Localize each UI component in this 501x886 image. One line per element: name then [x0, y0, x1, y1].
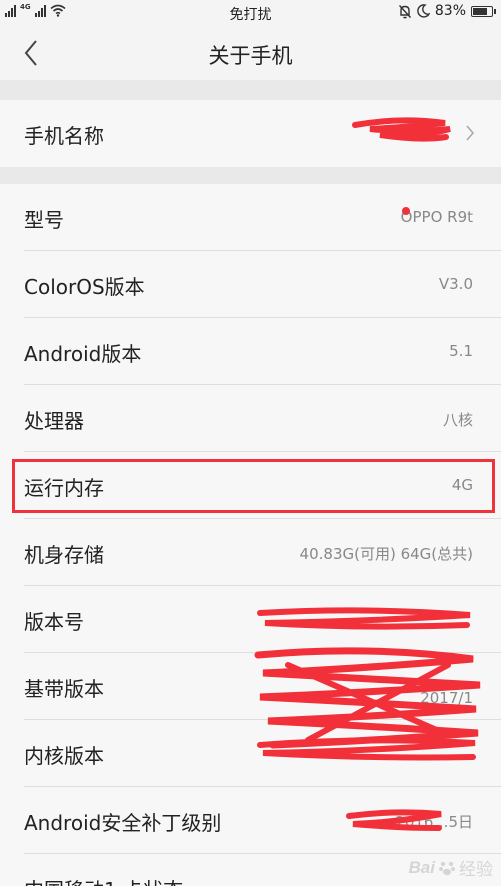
list-item-model: 型号 OPPO R9t: [0, 184, 501, 251]
storage-label: 机身存储: [24, 543, 104, 567]
android-version-value: 5.1: [449, 342, 473, 360]
status-bar: 4G 免打扰 83%: [0, 0, 501, 26]
section-gap: [0, 167, 501, 184]
chevron-right-icon: [466, 125, 475, 141]
redaction-security-patch: [346, 809, 442, 831]
watermark-brand: Bai: [408, 857, 435, 877]
model-label: 型号: [24, 208, 64, 232]
list-item-coloros: ColorOS版本 V3.0: [0, 251, 501, 318]
title-bar: 关于手机: [0, 26, 501, 80]
watermark-suffix: 经验: [459, 860, 493, 880]
list-item-processor: 处理器 八核: [0, 385, 501, 452]
section-gap: [0, 80, 501, 100]
build-number-label: 版本号: [24, 610, 84, 634]
kernel-label: 内核版本: [24, 744, 104, 768]
phone-name-label: 手机名称: [24, 124, 104, 148]
baseband-label: 基带版本: [24, 677, 104, 701]
list-item-storage: 机身存储 40.83G(可用) 64G(总共): [0, 519, 501, 586]
processor-value: 八核: [442, 411, 473, 429]
redaction-model-dot: [402, 207, 410, 215]
redaction-phone-name: [352, 117, 451, 142]
moon-icon: [417, 4, 430, 18]
status-right: 83%: [398, 3, 496, 19]
info-list: 型号 OPPO R9t ColorOS版本 V3.0 Android版本 5.1…: [0, 184, 501, 886]
sim-status-label: 中国移动1 卡状态: [24, 874, 183, 886]
bell-muted-icon: [398, 4, 411, 18]
coloros-version-value: V3.0: [438, 275, 473, 293]
android-version-label: Android版本: [24, 342, 142, 366]
battery-icon: [471, 5, 496, 17]
page-title: 关于手机: [208, 44, 293, 68]
highlight-box: [12, 459, 495, 513]
redaction-kernel: [257, 737, 476, 761]
processor-label: 处理器: [24, 409, 84, 433]
storage-value: 40.83G(可用) 64G(总共): [299, 545, 473, 563]
list-item-android: Android版本 5.1: [0, 318, 501, 385]
coloros-version-label: ColorOS版本: [24, 275, 145, 299]
redaction-build-number: [257, 607, 471, 630]
paw-icon: [439, 861, 455, 875]
battery-percent: 83%: [434, 3, 466, 19]
security-patch-label: Android安全补丁级别: [24, 811, 222, 835]
watermark: Bai 经验: [408, 855, 493, 881]
